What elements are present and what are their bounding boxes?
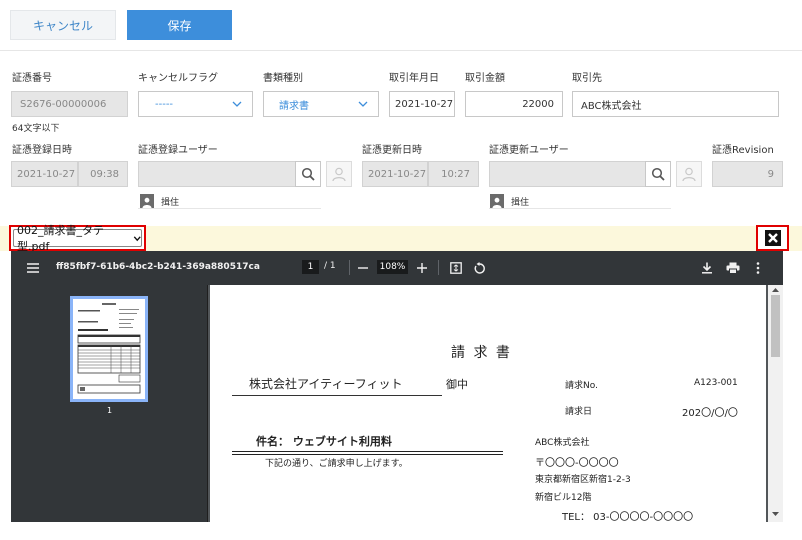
voucher-no-field: S2676-00000006 <box>11 91 128 117</box>
doc-type-value: 請求書 <box>279 100 309 112</box>
upd-user-label: 証憑更新ユーザー <box>489 145 569 156</box>
zoom-in-icon[interactable] <box>415 261 429 275</box>
upd-user-name: 揖住 <box>511 197 530 208</box>
doc-type-label: 書類種別 <box>263 73 303 84</box>
page-number-input[interactable]: 1 <box>302 260 319 274</box>
reg-user-chip: 揖住 <box>140 194 179 208</box>
trade-amount-input[interactable]: 22000 <box>465 91 563 117</box>
revision-field: 9 <box>712 161 783 187</box>
voucher-no-hint: 64文字以下 <box>12 124 60 134</box>
user-avatar-icon <box>140 194 154 208</box>
reg-datetime-label: 証憑登録日時 <box>12 145 72 156</box>
doc-recipient: 株式会社アイティーフィット <box>249 377 403 391</box>
issuer-building: 新宿ビル12階 <box>535 493 592 503</box>
upd-time-field: 10:27 <box>428 161 479 187</box>
page-total: / 1 <box>324 261 336 271</box>
print-icon[interactable] <box>725 261 741 275</box>
chevron-down-icon <box>133 235 141 241</box>
pdf-toolbar: ff85fbf7-61b6-4bc2-b241-369a880517ca 1 /… <box>11 251 783 285</box>
thumbnail-page-number: 1 <box>106 406 113 415</box>
user-icon <box>682 167 696 182</box>
voucher-no-label: 証憑番号 <box>12 73 52 84</box>
zoom-input[interactable]: 108% <box>377 260 408 274</box>
upd-user-underline <box>489 208 671 209</box>
chevron-down-icon <box>358 101 368 107</box>
upd-user-pick-button[interactable] <box>676 161 702 187</box>
pdf-scrollbar[interactable] <box>768 285 783 522</box>
pdf-viewer: ff85fbf7-61b6-4bc2-b241-369a880517ca 1 /… <box>11 251 783 522</box>
trade-date-label: 取引年月日 <box>389 73 439 84</box>
doc-title: 請 求 書 <box>451 345 512 361</box>
toolbar-divider <box>0 50 802 51</box>
revision-label: 証憑Revision <box>712 145 774 156</box>
upd-user-chip: 揖住 <box>490 194 529 208</box>
close-icon <box>764 230 781 246</box>
cancel-flag-label: キャンセルフラグ <box>138 73 218 84</box>
hamburger-menu-icon[interactable] <box>26 261 40 275</box>
page-thumbnail[interactable] <box>70 296 148 402</box>
trade-amount-label: 取引金額 <box>465 73 505 84</box>
reg-user-name: 揖住 <box>161 197 180 208</box>
zoom-out-icon[interactable] <box>356 261 370 275</box>
cancel-flag-select[interactable]: ----- <box>138 91 253 117</box>
reg-time-field: 09:38 <box>78 161 128 187</box>
toolbar-separator <box>438 260 439 275</box>
subject-underline <box>232 451 503 452</box>
doc-message: 下記の通り、ご請求申し上げます。 <box>265 459 408 469</box>
fit-page-icon[interactable] <box>449 261 463 275</box>
upd-user-search-button[interactable] <box>645 161 671 187</box>
user-avatar-icon <box>490 194 504 208</box>
subject-underline-2 <box>232 454 503 455</box>
invoice-no-label: 請求No. <box>565 381 598 391</box>
upd-datetime-label: 証憑更新日時 <box>362 145 422 156</box>
reg-user-field <box>138 161 296 187</box>
file-select-value: 002_請求書_タテ型.pdf <box>17 224 104 253</box>
rotate-icon[interactable] <box>472 261 486 275</box>
pdf-filename: ff85fbf7-61b6-4bc2-b241-369a880517ca <box>56 262 260 272</box>
invoice-date-label: 請求日 <box>565 407 593 417</box>
search-icon <box>651 167 665 181</box>
download-icon[interactable] <box>700 261 714 275</box>
reg-user-underline <box>138 208 321 209</box>
save-button[interactable]: 保存 <box>127 10 232 40</box>
issuer-postal: 〒〇〇〇-〇〇〇〇 <box>535 458 619 469</box>
invoice-no-value: A123-001 <box>694 378 738 388</box>
partner-label: 取引先 <box>572 73 602 84</box>
pdf-page: 請 求 書 株式会社アイティーフィット 御中 請求No. A123-001 請求… <box>210 285 766 522</box>
cancel-button[interactable]: キャンセル <box>10 10 116 40</box>
page-thumbnail-image <box>73 299 145 399</box>
cancel-flag-value: ----- <box>155 98 174 110</box>
user-icon <box>332 167 346 182</box>
reg-user-search-button[interactable] <box>295 161 321 187</box>
scroll-up-icon[interactable] <box>772 287 779 293</box>
upd-date-field: 2021-10-27 <box>362 161 428 187</box>
upd-user-field <box>489 161 646 187</box>
file-select[interactable]: 002_請求書_タテ型.pdf <box>9 224 146 253</box>
more-vert-icon[interactable] <box>752 261 764 275</box>
trade-date-input[interactable]: 2021-10-27 <box>389 91 455 117</box>
close-viewer-button[interactable] <box>756 225 789 251</box>
scroll-down-icon[interactable] <box>772 511 779 517</box>
doc-subject: 件名： ウェブサイト利用料 <box>256 435 392 448</box>
scrollbar-thumb[interactable] <box>771 295 780 357</box>
chevron-down-icon <box>232 101 242 107</box>
doc-type-select[interactable]: 請求書 <box>263 91 379 117</box>
partner-input[interactable]: ABC株式会社 <box>572 91 779 117</box>
recipient-underline <box>232 395 442 396</box>
reg-user-pick-button[interactable] <box>326 161 352 187</box>
reg-date-field: 2021-10-27 <box>11 161 78 187</box>
issuer-tel: TEL： 03-〇〇〇〇-〇〇〇〇 <box>562 512 694 522</box>
reg-user-label: 証憑登録ユーザー <box>138 145 218 156</box>
search-icon <box>301 167 315 181</box>
toolbar-separator <box>349 260 350 275</box>
doc-honorific: 御中 <box>446 378 468 391</box>
issuer-address: 東京都新宿区新宿1-2-3 <box>535 475 631 485</box>
issuer-name: ABC株式会社 <box>535 438 590 448</box>
invoice-date-value: 202〇/〇/〇 <box>682 408 738 419</box>
thumbnail-sidebar: 1 <box>11 285 208 522</box>
